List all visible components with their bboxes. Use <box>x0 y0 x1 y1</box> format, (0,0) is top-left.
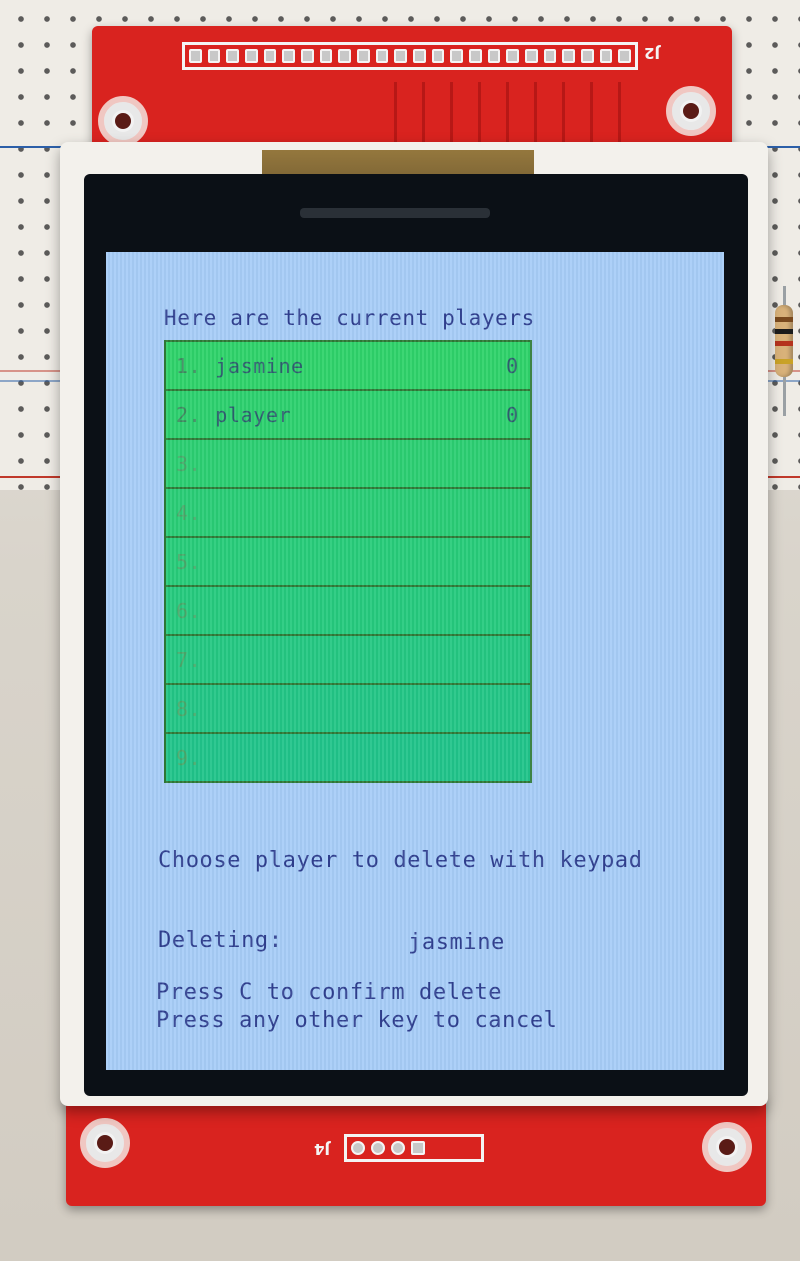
player-number: 8. <box>176 696 202 721</box>
player-number: 6. <box>176 598 202 623</box>
player-number: 7. <box>176 647 202 672</box>
player-row[interactable]: 7. <box>166 636 530 685</box>
lcd-screen: Here are the current players 1. jasmine … <box>106 252 724 1070</box>
player-name: jasmine <box>215 353 304 378</box>
cancel-instruction: Press any other key to cancel <box>156 1008 558 1033</box>
photo-stage: J2 J4 Here are the current players 1. ja… <box>0 0 800 1261</box>
silkscreen-j2: J2 <box>644 44 661 62</box>
mount-hole <box>98 96 148 146</box>
delete-instruction: Choose player to delete with keypad <box>158 848 643 873</box>
player-row[interactable]: 3. <box>166 440 530 489</box>
deleting-label: Deleting: <box>158 928 283 953</box>
player-row[interactable]: 6. <box>166 587 530 636</box>
player-row[interactable]: 9. <box>166 734 530 781</box>
player-score: 0 <box>505 353 518 378</box>
player-number: 3. <box>176 451 202 476</box>
player-row[interactable]: 8. <box>166 685 530 734</box>
player-number: 5. <box>176 549 202 574</box>
mount-hole <box>666 86 716 136</box>
mount-hole <box>80 1118 130 1168</box>
player-row[interactable]: 5. <box>166 538 530 587</box>
pcb-bottom-edge: J4 <box>66 1094 766 1206</box>
resistor <box>775 305 793 377</box>
deleting-value: jasmine <box>408 930 505 955</box>
silkscreen-j4: J4 <box>314 1140 331 1158</box>
pin-header-j4 <box>344 1134 484 1162</box>
player-name: player <box>215 402 292 427</box>
player-row[interactable]: 4. <box>166 489 530 538</box>
glass-slot <box>300 208 490 218</box>
player-score: 0 <box>505 402 518 427</box>
player-number: 1. <box>176 353 202 378</box>
player-number: 9. <box>176 745 202 770</box>
player-number: 4. <box>176 500 202 525</box>
players-heading: Here are the current players <box>164 306 535 330</box>
mount-hole <box>702 1122 752 1172</box>
pin-header-j2 <box>182 42 638 70</box>
player-table: 1. jasmine 0 2. player 0 3. 4. 5. 6. 7. … <box>164 340 532 783</box>
player-row[interactable]: 2. player 0 <box>166 391 530 440</box>
player-row[interactable]: 1. jasmine 0 <box>166 342 530 391</box>
player-number: 2. <box>176 402 202 427</box>
confirm-instruction: Press C to confirm delete <box>156 980 503 1005</box>
